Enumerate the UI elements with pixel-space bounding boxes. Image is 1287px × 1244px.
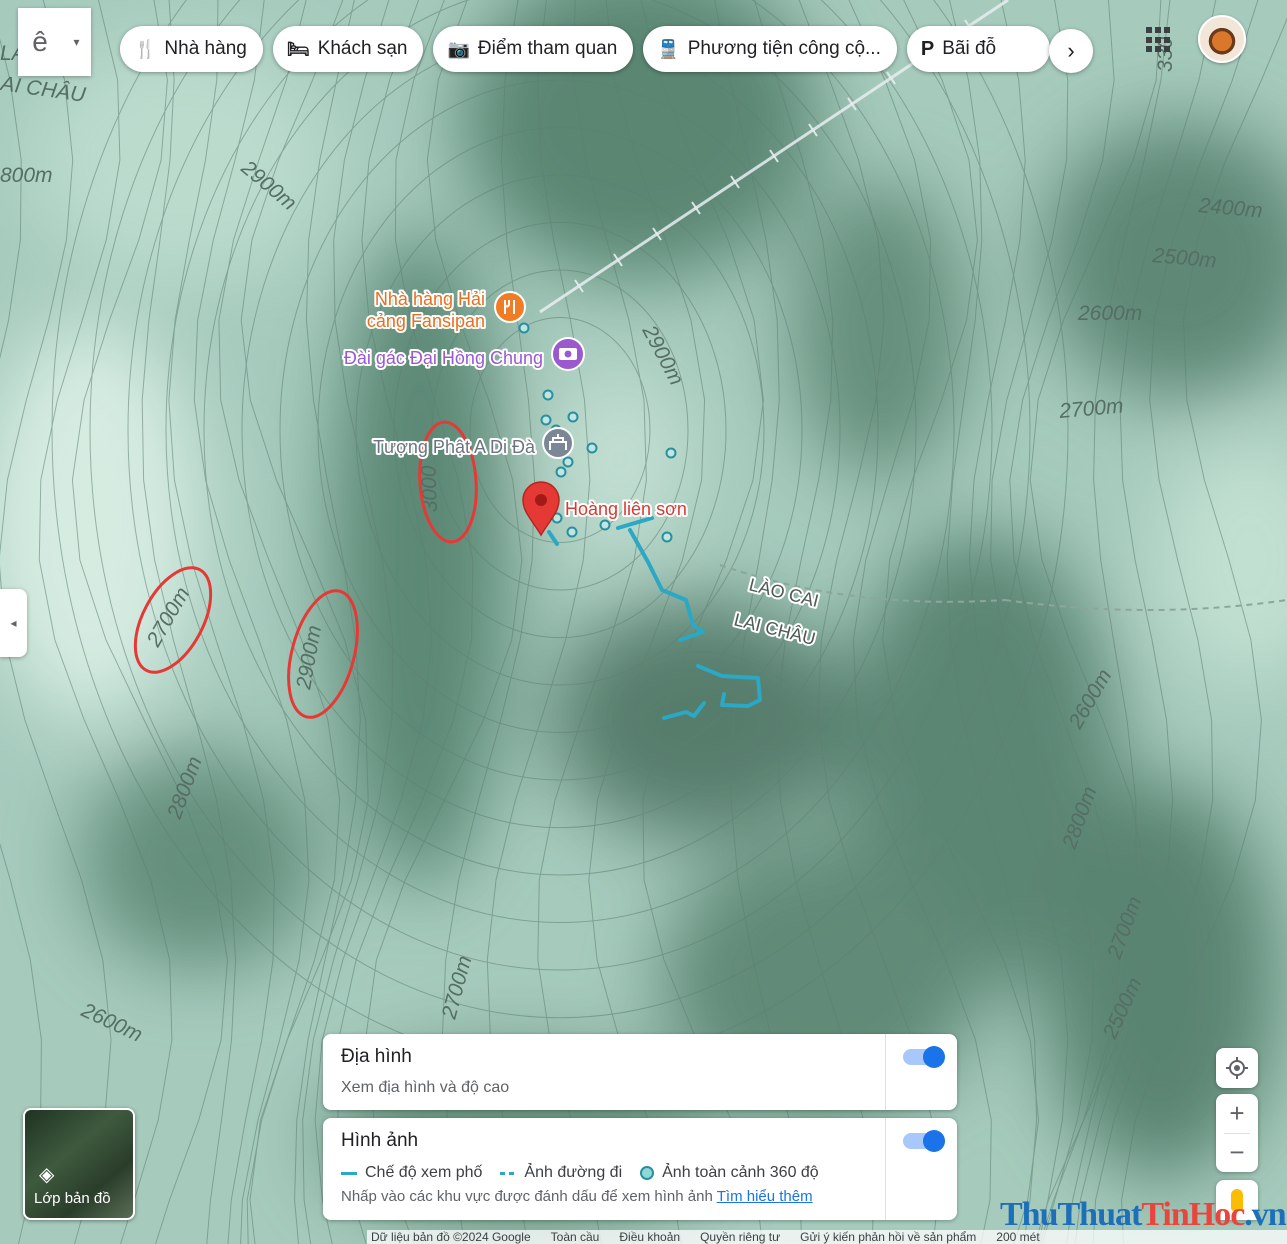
place-label-bell-tower: Đài gác Đại Hồng Chung — [344, 348, 543, 368]
hotel-icon: 🛏 — [286, 38, 310, 59]
chip-label: Bãi đỗ — [942, 38, 997, 59]
chips-next-button[interactable]: › — [1049, 29, 1093, 73]
chip-restaurants[interactable]: 🍴 Nhà hàng — [120, 26, 263, 72]
temple-pin-icon[interactable] — [542, 427, 574, 459]
parking-icon: P — [920, 37, 935, 60]
panorama-photo-dot[interactable] — [562, 456, 574, 468]
panorama-photo-dot[interactable] — [518, 322, 530, 334]
chip-parking[interactable]: P Bãi đỗ — [906, 26, 1051, 72]
panorama-photo-dot[interactable] — [599, 519, 611, 531]
panorama-photo-dot[interactable] — [661, 531, 673, 543]
panel-divider — [885, 1034, 886, 1110]
category-chips: 🍴 Nhà hàng 🛏 Khách sạn 📷 Điểm tham quan … — [120, 26, 1051, 72]
place-label-restaurant-line2: cảng Fansipan — [367, 311, 485, 331]
legend-panorama: Ảnh toàn cảnh 360 độ — [662, 1164, 819, 1181]
chip-label: Điểm tham quan — [477, 38, 618, 59]
chip-label: Phương tiện công cộ... — [687, 38, 881, 59]
zoom-out-button[interactable]: − — [1216, 1133, 1258, 1172]
legend-road-photos: Ảnh đường đi — [524, 1164, 623, 1181]
contour-label: 800m — [0, 164, 53, 187]
transit-icon: 🚆 — [657, 38, 680, 59]
terrain-title: Địa hình — [341, 1046, 412, 1067]
restaurant-pin-icon[interactable] — [494, 291, 526, 323]
app-logo-icon: ê — [32, 26, 48, 57]
my-location-icon — [1226, 1057, 1248, 1079]
layers-button[interactable]: ◈ Lớp bản đồ — [23, 1108, 135, 1220]
footer-map-data: Dữ liệu bản đồ ©2024 Google — [371, 1230, 531, 1244]
collapse-side-panel-button[interactable]: ◂ — [0, 589, 27, 657]
search-box[interactable]: ê ▾ — [18, 8, 91, 76]
panorama-photo-dot[interactable] — [540, 414, 552, 426]
hint-text: Nhấp vào các khu vực được đánh dấu để xe… — [341, 1188, 713, 1205]
legend-street-view: Chế độ xem phố — [365, 1164, 483, 1181]
terrain-layer-panel[interactable]: Địa hình Xem địa hình và độ cao — [323, 1034, 957, 1110]
panorama-swatch-icon — [640, 1166, 655, 1180]
panel-divider — [885, 1118, 886, 1220]
panorama-photo-dot[interactable] — [665, 447, 677, 459]
learn-more-link[interactable]: Tìm hiểu thêm — [717, 1188, 813, 1205]
chip-label: Khách sạn — [317, 38, 408, 59]
watermark-logo: ThuThuatTinHoc.vn — [1000, 1196, 1287, 1233]
zoom-control: + − — [1216, 1094, 1258, 1172]
camera-pin-icon[interactable] — [551, 337, 585, 371]
chip-hotels[interactable]: 🛏 Khách sạn — [272, 26, 424, 72]
place-label-restaurant-line1: Nhà hàng Hải — [375, 289, 485, 309]
chevron-down-icon[interactable]: ▾ — [62, 35, 91, 49]
google-apps-icon[interactable] — [1146, 27, 1172, 53]
contour-label: 2600m — [1077, 302, 1142, 325]
place-label-hoang-lien-son: Hoàng liên sơn — [565, 499, 687, 519]
footer-privacy[interactable]: Quyền riêng tư — [700, 1230, 780, 1244]
terrain-toggle[interactable] — [903, 1046, 945, 1068]
chip-label: Nhà hàng — [164, 38, 247, 59]
place-label-buddha-statue: Tượng Phật A Di Đà — [373, 437, 536, 457]
imagery-toggle[interactable] — [903, 1130, 945, 1152]
panorama-photo-dot[interactable] — [586, 442, 598, 454]
street-view-swatch — [341, 1171, 357, 1175]
my-location-button[interactable] — [1216, 1048, 1258, 1088]
footer-feedback[interactable]: Gửi ý kiến phản hồi về sản phẩm — [800, 1230, 976, 1244]
imagery-layer-panel[interactable]: Hình ảnh Chế độ xem phố Ảnh đường đi Ảnh… — [323, 1118, 957, 1220]
chip-attractions[interactable]: 📷 Điểm tham quan — [433, 26, 634, 72]
account-avatar[interactable] — [1198, 15, 1246, 63]
imagery-hint: Nhấp vào các khu vực được đánh dấu để xe… — [341, 1188, 813, 1205]
imagery-legend: Chế độ xem phố Ảnh đường đi Ảnh toàn cản… — [341, 1164, 819, 1182]
footer-terms[interactable]: Điều khoản — [619, 1230, 680, 1244]
road-photo-swatch — [500, 1171, 517, 1175]
panorama-photo-dot[interactable] — [567, 411, 579, 423]
panorama-photo-dot[interactable] — [555, 466, 567, 478]
panorama-photo-dot[interactable] — [566, 526, 578, 538]
camera-icon: 📷 — [447, 38, 470, 59]
panorama-photo-dot[interactable] — [542, 389, 554, 401]
layers-label: Lớp bản đồ — [34, 1190, 111, 1207]
imagery-title: Hình ảnh — [341, 1130, 419, 1151]
terrain-subtitle: Xem địa hình và độ cao — [341, 1079, 510, 1096]
layers-icon: ◈ — [39, 1164, 55, 1186]
restaurant-icon: 🍴 — [134, 38, 157, 59]
footer-global[interactable]: Toàn cầu — [551, 1230, 600, 1244]
zoom-in-button[interactable]: + — [1216, 1094, 1258, 1133]
chip-transit[interactable]: 🚆 Phương tiện công cộ... — [643, 26, 897, 72]
